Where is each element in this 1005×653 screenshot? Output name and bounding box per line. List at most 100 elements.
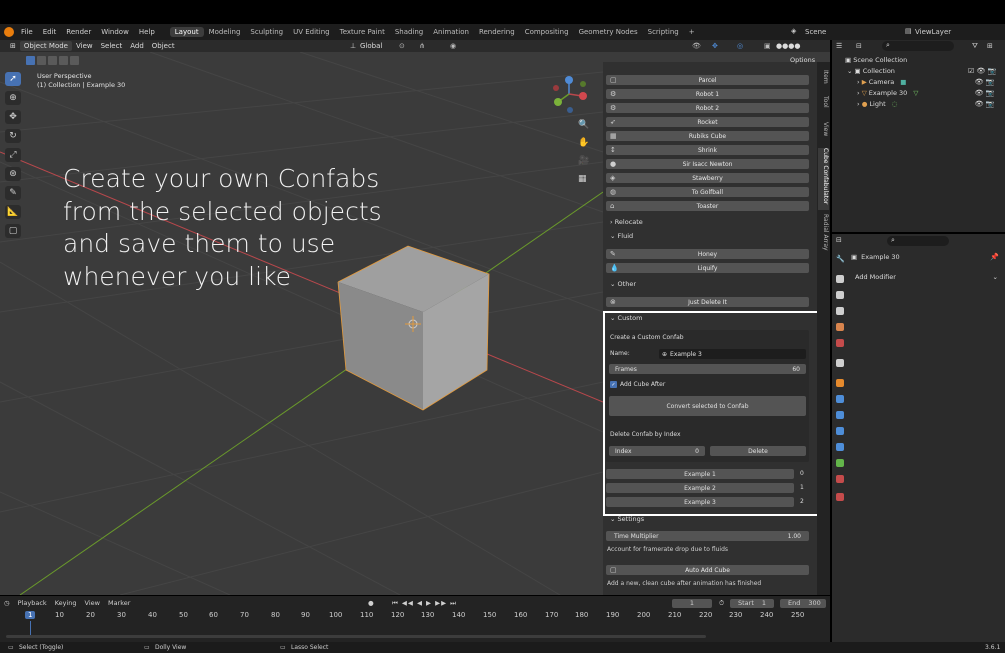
object-properties-icon[interactable] <box>836 379 844 387</box>
workspace-tab-compositing[interactable]: Compositing <box>520 27 574 37</box>
outliner-editor-icon[interactable]: ☰ <box>836 42 842 50</box>
tab-tool[interactable]: Tool <box>818 96 829 118</box>
orientation-dropdown[interactable]: Global <box>356 42 386 50</box>
display-mode-icon[interactable]: ⊟ <box>856 42 862 50</box>
workspace-tab-texture-paint[interactable]: Texture Paint <box>335 27 390 37</box>
gizmo-icon[interactable]: ✥ <box>708 42 722 50</box>
texture-properties-icon[interactable] <box>836 493 844 501</box>
camera-view-icon[interactable]: 🎥 <box>578 156 592 174</box>
header-menu-add[interactable]: Add <box>126 42 148 50</box>
physics-properties-icon[interactable] <box>836 427 844 435</box>
timeline-menu-playback[interactable]: Playback <box>14 599 51 607</box>
timeline-scrollbar[interactable] <box>6 635 706 638</box>
outliner-search-input[interactable]: ⌕ <box>882 41 954 51</box>
light-visibility-icons[interactable]: 👁 📷 <box>968 99 996 110</box>
start-frame-field[interactable]: Start 1 <box>730 598 774 608</box>
tool-properties-icon[interactable]: 🔧 <box>836 255 845 263</box>
menu-window[interactable]: Window <box>96 28 134 36</box>
menu-render[interactable]: Render <box>61 28 96 36</box>
add-cube-tool-icon[interactable]: ▢ <box>5 224 21 238</box>
editor-type-icon[interactable]: ⊞ <box>6 42 20 50</box>
outliner-collection[interactable]: ⌄ ▣ Collection <box>847 67 895 75</box>
outliner-item-camera[interactable]: › ▶ Camera ■ <box>857 78 906 86</box>
outliner-item-example-30[interactable]: › ▽ Example 30 ▽ <box>857 89 918 97</box>
workspace-tab-scripting[interactable]: Scripting <box>643 27 684 37</box>
select-intersect-icon[interactable] <box>70 56 79 65</box>
timeline-menu-keying[interactable]: Keying <box>51 599 81 607</box>
confab-button-stawberry[interactable]: ◈ Stawberry <box>606 173 809 183</box>
collection-visibility-icons[interactable]: ☑ 👁 📷 <box>968 66 996 77</box>
confab-button-shrink[interactable]: ↕ Shrink <box>606 145 809 155</box>
new-collection-icon[interactable]: ⊞ <box>987 42 993 50</box>
confab-button-to-golfball[interactable]: ◍ To Golfball <box>606 187 809 197</box>
move-tool-icon[interactable]: ✥ <box>5 110 21 124</box>
collection-properties-icon[interactable] <box>836 359 844 367</box>
playback-controls-icon[interactable]: ⏮ ◀◀ ◀ ▶ ▶▶ ⏭ <box>388 599 461 608</box>
overlay-icon[interactable]: ◎ <box>733 42 747 50</box>
transform-tool-icon[interactable]: ⊛ <box>5 167 21 181</box>
visibility-icon[interactable]: 👁 <box>688 42 705 50</box>
confab-button-just-delete-it[interactable]: ⊗ Just Delete It <box>606 297 809 307</box>
render-properties-icon[interactable] <box>836 275 844 283</box>
outliner-item-light[interactable]: › ● Light ◌ <box>857 100 897 108</box>
auto-add-cube-button[interactable]: ▢ Auto Add Cube <box>606 565 809 575</box>
workspace-tab-sculpting[interactable]: Sculpting <box>245 27 288 37</box>
playhead-frame[interactable]: 1 <box>25 611 36 619</box>
filter-icon[interactable]: ⛛ <box>972 42 978 51</box>
menu-help[interactable]: Help <box>134 28 160 36</box>
proportional-edit-icon[interactable]: ◉ <box>446 42 460 50</box>
time-multiplier-field[interactable]: Time Multiplier 1.00 <box>606 531 809 541</box>
zoom-icon[interactable]: 🔍 <box>578 120 592 138</box>
measure-tool-icon[interactable]: 📐 <box>5 205 21 219</box>
world-properties-icon[interactable] <box>836 339 844 347</box>
output-properties-icon[interactable] <box>836 291 844 299</box>
record-icon[interactable]: ● <box>364 599 378 607</box>
pivot-icon[interactable]: ⊙ <box>395 42 409 50</box>
pan-hand-icon[interactable]: ✋ <box>578 138 592 156</box>
particle-properties-icon[interactable] <box>836 411 844 419</box>
data-properties-icon[interactable] <box>836 459 844 467</box>
workspace-tab-rendering[interactable]: Rendering <box>474 27 520 37</box>
camera-visibility-icons[interactable]: 👁 📷 <box>968 77 996 88</box>
frame-ruler[interactable]: 1 10 20 30 40 50 60 70 80 90 100 110 120… <box>0 611 830 621</box>
scene-selector[interactable]: Scene <box>800 27 858 37</box>
workspace-tab-layout[interactable]: Layout <box>169 27 204 37</box>
select-box-tool-icon[interactable]: ➚ <box>5 72 21 86</box>
view-layer-selector[interactable]: ViewLayer <box>910 27 980 37</box>
timeline-menu-view[interactable]: View <box>81 599 104 607</box>
add-modifier-dropdown[interactable]: Add Modifier ⌄ <box>851 272 1001 282</box>
confab-button-robot-1[interactable]: ⚙ Robot 1 <box>606 89 809 99</box>
add-workspace-button[interactable]: + <box>684 27 700 37</box>
confab-button-honey[interactable]: ✎ Honey <box>606 249 809 259</box>
select-subtract-icon[interactable] <box>48 56 57 65</box>
scene-properties-icon[interactable] <box>836 323 844 331</box>
constraint-properties-icon[interactable] <box>836 443 844 451</box>
timeline-menu-marker[interactable]: Marker <box>104 599 134 607</box>
workspace-tab-geometry-nodes[interactable]: Geometry Nodes <box>574 27 643 37</box>
section-relocate[interactable]: › Relocate <box>610 218 643 226</box>
confab-button-sir-isacc-newton[interactable]: ● Sir Isacc Newton <box>606 159 809 169</box>
navigation-gizmo[interactable] <box>548 74 592 114</box>
example-visibility-icons[interactable]: 👁 📷 <box>968 88 996 99</box>
end-frame-field[interactable]: End 300 <box>780 598 826 608</box>
tab-radial-array[interactable]: Radial Array <box>818 214 829 256</box>
properties-editor-icon[interactable]: ⊟ <box>836 236 842 244</box>
rotate-tool-icon[interactable]: ↻ <box>5 129 21 143</box>
snap-icon[interactable]: ⋔ <box>415 42 429 50</box>
tab-view[interactable]: View <box>818 122 829 144</box>
tab-cube-confabulator[interactable]: Cube Confabulator <box>818 148 829 210</box>
modifier-properties-icon[interactable] <box>836 395 844 403</box>
3d-viewport[interactable] <box>0 52 603 595</box>
section-fluid[interactable]: ⌄ Fluid <box>610 232 633 240</box>
outliner-scene-collection[interactable]: ▣ Scene Collection <box>845 56 907 64</box>
confab-button-robot-2[interactable]: ⚙ Robot 2 <box>606 103 809 113</box>
workspace-tab-modeling[interactable]: Modeling <box>204 27 246 37</box>
section-settings[interactable]: ⌄ Settings <box>610 515 644 523</box>
shading-modes-icon[interactable]: ●●●● <box>772 42 804 50</box>
workspace-tab-uv-editing[interactable]: UV Editing <box>288 27 335 37</box>
header-menu-object[interactable]: Object <box>148 42 179 50</box>
select-new-icon[interactable] <box>26 56 35 65</box>
confab-button-rubiks-cube[interactable]: ▦ Rubiks Cube <box>606 131 809 141</box>
timeline-editor-icon[interactable]: ◷ <box>0 599 14 607</box>
confab-button-rocket[interactable]: ➶ Rocket <box>606 117 809 127</box>
